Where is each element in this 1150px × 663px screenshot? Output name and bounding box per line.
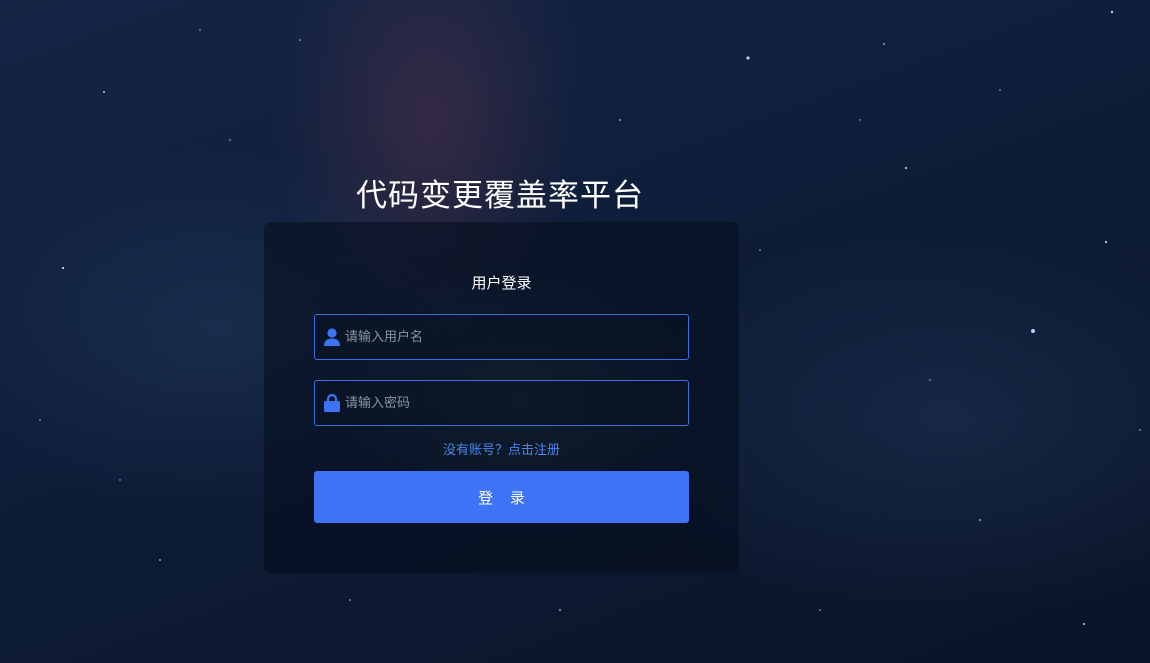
password-field[interactable] [314, 380, 689, 426]
password-input[interactable] [345, 381, 675, 425]
register-link[interactable]: 没有账号？点击注册 [264, 441, 739, 461]
username-field[interactable] [314, 314, 689, 360]
login-heading: 用户登录 [471, 274, 532, 292]
user-icon [324, 328, 340, 346]
login-page: 代码变更覆盖率平台 用户登录 没有账号？点击注册 登 录 [0, 0, 1150, 663]
login-button[interactable]: 登 录 [314, 471, 689, 523]
username-input[interactable] [345, 315, 675, 359]
login-card: 用户登录 没有账号？点击注册 登 录 [264, 222, 739, 573]
page-title: 代码变更覆盖率平台 [356, 178, 644, 214]
lock-icon [324, 393, 340, 412]
